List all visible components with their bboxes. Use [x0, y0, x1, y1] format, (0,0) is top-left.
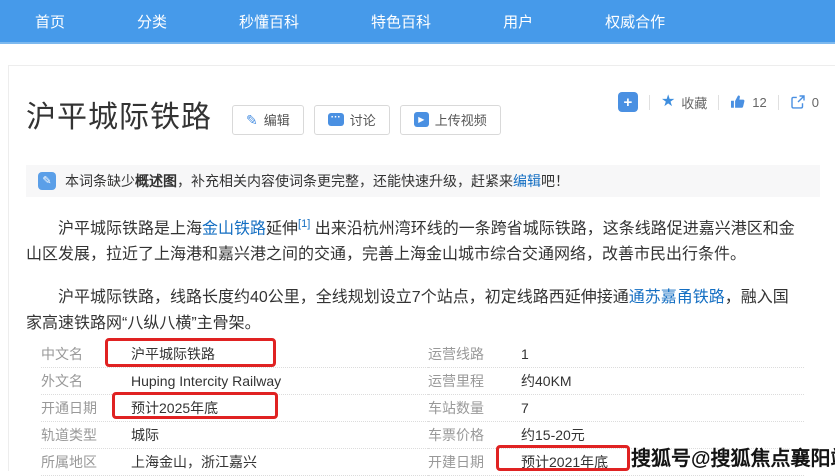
infobox-value: 约40KM [521, 371, 572, 391]
nav-item-miaodong-baike[interactable]: 秒懂百科 [239, 11, 299, 32]
inline-link[interactable]: 通苏嘉甬铁路 [629, 289, 725, 306]
infobox-row: 车站数量7 [428, 395, 804, 422]
sohu-watermark: 搜狐号@搜狐焦点襄阳站 [631, 442, 835, 471]
button-label: 上传视频 [435, 110, 487, 129]
edit-button[interactable]: ✎ 编辑 [232, 105, 304, 135]
star-icon: ★ [661, 94, 675, 110]
infobox-row: 外文名Huping Intercity Railway [41, 368, 428, 395]
infobox-label: 轨道类型 [41, 425, 131, 445]
infobox-label: 开通日期 [41, 398, 131, 418]
nav-item-featured-baike[interactable]: 特色百科 [371, 11, 431, 32]
comment-icon: ··· [328, 113, 344, 126]
infobox-value: 城际 [131, 425, 159, 445]
infobox-value: 1 [521, 346, 529, 362]
notice-bar: ✎ 本词条缺少概述图，补充相关内容使词条更完整，还能快速升级，赶紧来编辑吧！ [26, 165, 820, 197]
infobox-label: 运营线路 [428, 344, 521, 364]
infobox-label: 外文名 [41, 371, 131, 391]
thumbs-up-icon [730, 94, 746, 110]
nav-item-user[interactable]: 用户 [503, 11, 533, 32]
divider [778, 95, 779, 110]
top-navbar: 首页 分类 秒懂百科 特色百科 用户 权威合作 [0, 0, 835, 44]
pencil-icon: ✎ [246, 113, 258, 127]
social-row: + ★ 收藏 12 0 [618, 92, 819, 112]
infobox-row: 所属地区上海金山，浙江嘉兴 [41, 449, 428, 476]
infobox-label: 车票价格 [428, 425, 521, 445]
title-actions: ✎ 编辑 ··· 讨论 ▶ 上传视频 [232, 105, 501, 135]
collect-button[interactable]: ★ 收藏 [661, 93, 707, 112]
reference-link[interactable]: [1] [298, 218, 310, 230]
add-icon[interactable]: + [618, 92, 638, 112]
infobox-value: 7 [521, 400, 529, 416]
article-paragraph: 沪平城际铁路，线路长度约40公里，全线规划设立7个站点，初定线路西延伸接通通苏嘉… [26, 285, 804, 337]
infobox-label: 所属地区 [41, 452, 131, 472]
article-paragraph: 沪平城际铁路是上海金山铁路延伸[1] 出来沿杭州湾环线的一条跨省城际铁路，这条线… [26, 211, 804, 268]
share-count: 0 [812, 95, 819, 110]
page-title: 沪平城际铁路 [26, 98, 212, 139]
video-icon: ▶ [414, 112, 429, 127]
infobox-row: 运营线路1 [428, 341, 804, 368]
infobox-value: 沪平城际铁路 [131, 344, 215, 364]
infobox-row: 开通日期预计2025年底 [41, 395, 428, 422]
infobox-row: 运营里程约40KM [428, 368, 804, 395]
infobox-row: 轨道类型城际 [41, 422, 428, 449]
share-button[interactable]: 0 [790, 94, 819, 110]
upload-video-button[interactable]: ▶ 上传视频 [400, 105, 501, 135]
like-count: 12 [752, 95, 766, 110]
notice-text: 本词条缺少概述图，补充相关内容使词条更完整，还能快速升级，赶紧来编辑吧！ [65, 171, 569, 191]
like-button[interactable]: 12 [730, 94, 766, 110]
divider [649, 95, 650, 110]
infobox-value: 预计2021年底 [521, 452, 608, 472]
infobox-left-column: 中文名沪平城际铁路外文名Huping Intercity Railway开通日期… [26, 341, 428, 476]
infobox-label: 中文名 [41, 344, 131, 364]
nav-item-category[interactable]: 分类 [137, 11, 167, 32]
content-card: + ★ 收藏 12 0 沪平城际铁路 [8, 65, 835, 471]
infobox-label: 运营里程 [428, 371, 521, 391]
infobox-label: 开建日期 [428, 452, 521, 472]
nav-item-authority-cooperation[interactable]: 权威合作 [605, 11, 665, 32]
infobox-value: 预计2025年底 [131, 398, 218, 418]
article-body: 沪平城际铁路是上海金山铁路延伸[1] 出来沿杭州湾环线的一条跨省城际铁路，这条线… [26, 211, 820, 337]
infobox-row: 中文名沪平城际铁路 [41, 341, 428, 368]
inline-link[interactable]: 金山铁路 [202, 220, 266, 237]
button-label: 编辑 [264, 110, 290, 129]
infobox-value: Huping Intercity Railway [131, 373, 281, 389]
nav-item-home[interactable]: 首页 [35, 11, 65, 32]
infobox-label: 车站数量 [428, 398, 521, 418]
notice-edit-link[interactable]: 编辑 [513, 173, 541, 189]
share-icon [790, 94, 806, 110]
infobox-value: 约15-20元 [521, 425, 585, 445]
collect-label: 收藏 [681, 93, 707, 112]
button-label: 讨论 [350, 110, 376, 129]
divider [718, 95, 719, 110]
pencil-badge-icon: ✎ [38, 172, 56, 190]
infobox-value: 上海金山，浙江嘉兴 [131, 452, 257, 472]
discuss-button[interactable]: ··· 讨论 [314, 105, 390, 135]
